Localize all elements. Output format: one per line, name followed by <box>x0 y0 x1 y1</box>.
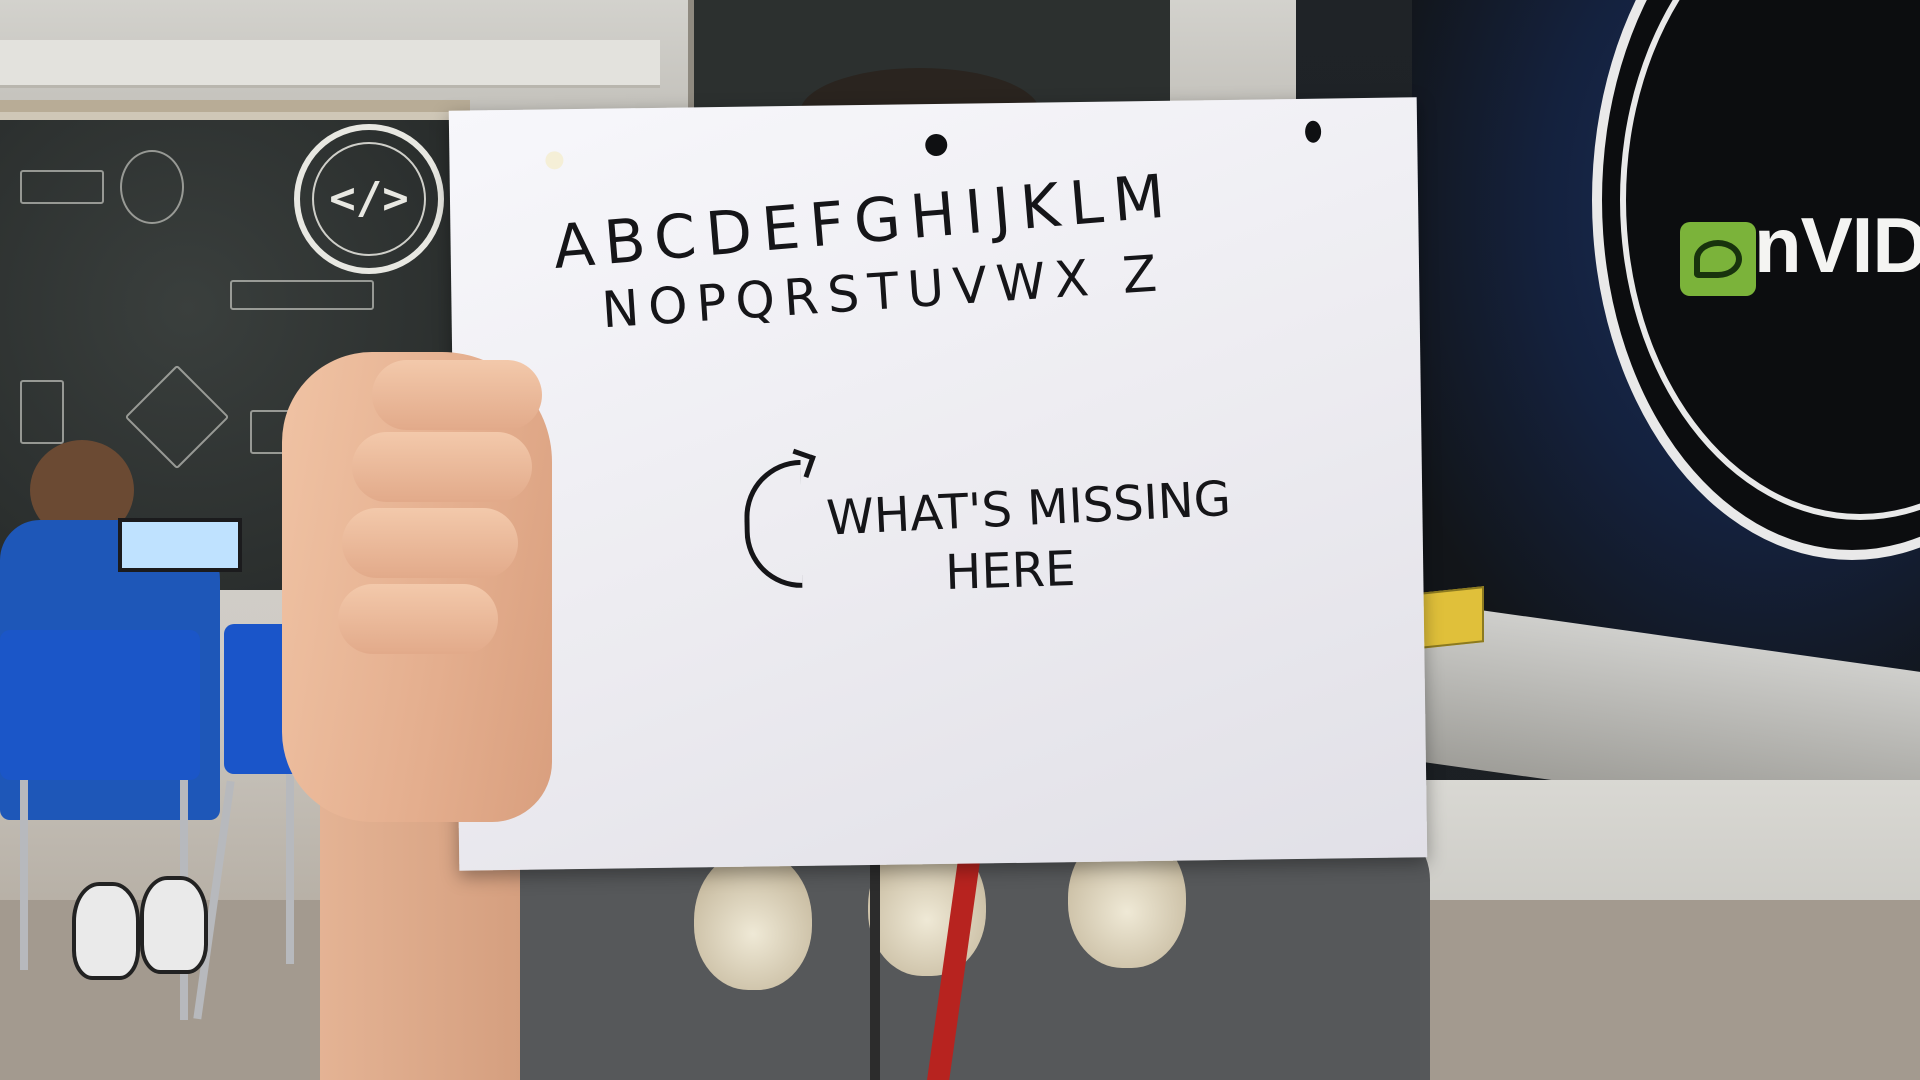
ceiling-trim <box>0 40 660 88</box>
chalkboard-frame <box>0 100 470 112</box>
chalk-scribble <box>20 170 104 204</box>
computer-monitor <box>118 518 242 572</box>
nvidia-wordmark: nVIDIA <box>1754 201 1920 289</box>
hand-holding-sign <box>282 352 552 822</box>
punch-hole <box>1304 120 1322 143</box>
nvidia-eye-swirl <box>1694 240 1742 278</box>
shirt-print-graphic <box>694 850 812 990</box>
chair-leg <box>286 774 294 964</box>
blue-chair <box>0 630 200 780</box>
chalk-scribble <box>230 280 374 310</box>
chair-leg <box>20 780 28 970</box>
finger <box>338 584 498 654</box>
code-logo-glyph: </> <box>312 142 426 256</box>
finger <box>342 508 518 578</box>
punch-hole <box>925 133 948 157</box>
tape-mark <box>545 151 564 170</box>
nvidia-eye-icon <box>1680 222 1756 296</box>
question-line-1: WHAT'S MISSING <box>825 470 1233 547</box>
finger <box>352 432 532 502</box>
handwritten-sign: ABCDEFGHIJKLM NOPQRSTUVWX Z WHAT'S MISSI… <box>448 97 1428 871</box>
question-line-2: HERE <box>944 540 1077 602</box>
photo-scene: nVIDIA </> ABCDEFGHIJKLM NOPQRSTUVWX Z <box>0 0 1920 1080</box>
curved-arrow-icon <box>743 459 803 589</box>
chalk-scribble <box>120 150 184 224</box>
sneaker <box>72 882 140 980</box>
finger <box>372 360 542 430</box>
lanyard-strap <box>870 840 880 1080</box>
code-logo-icon: </> <box>294 124 444 274</box>
chalk-scribble <box>20 380 64 444</box>
sneaker <box>140 876 208 974</box>
